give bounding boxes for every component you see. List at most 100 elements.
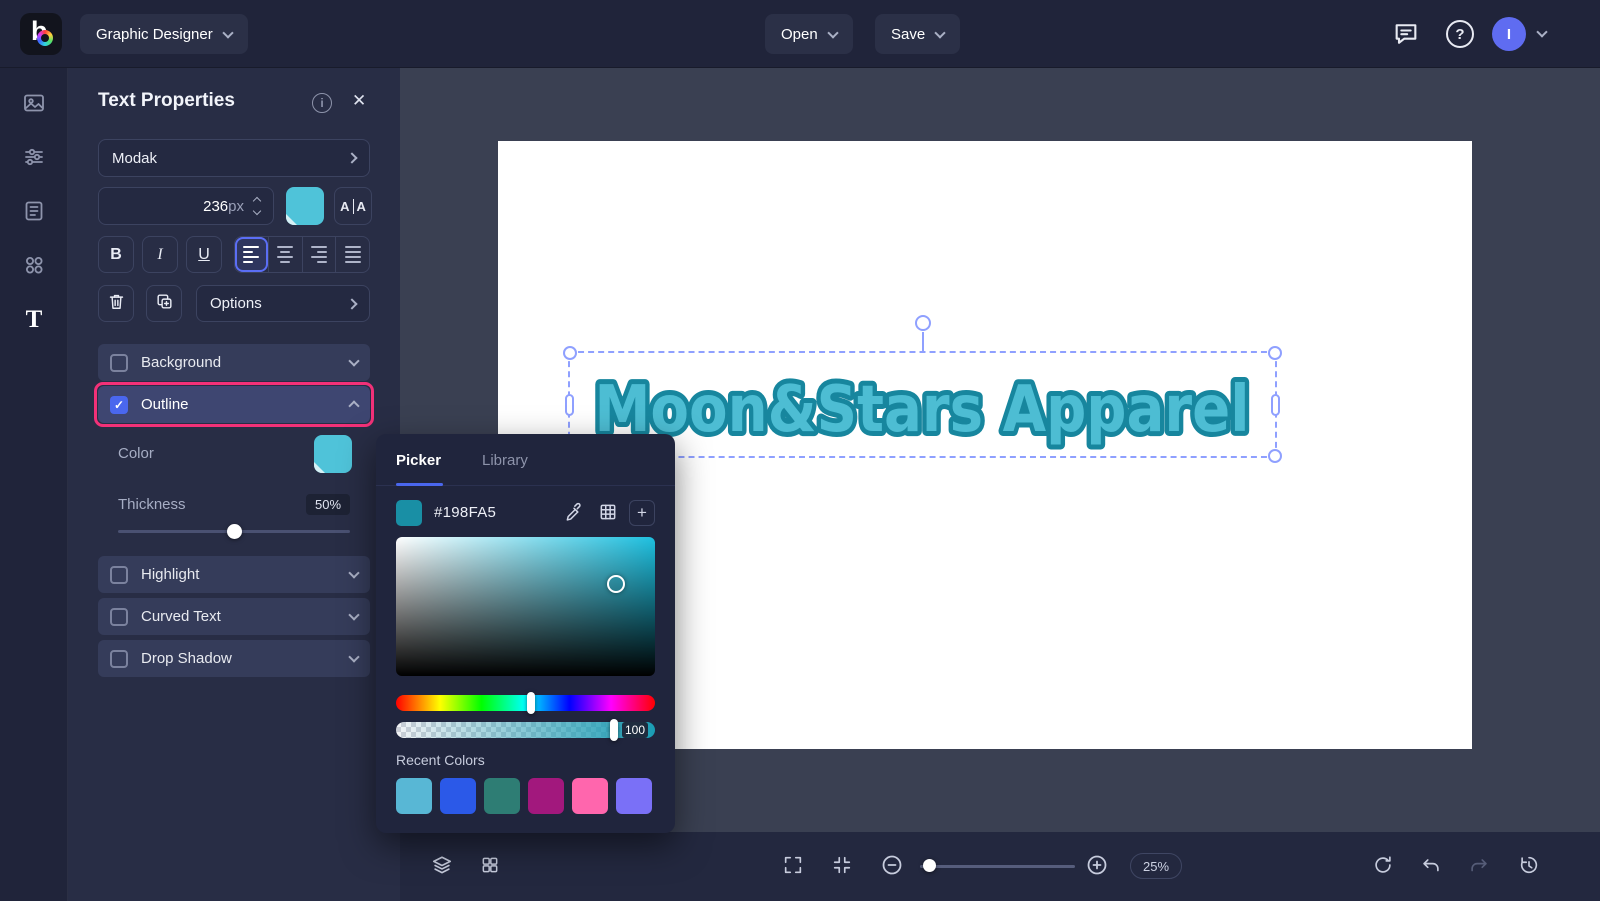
sidebar-item-text[interactable]: T: [0, 293, 68, 347]
zoom-in-button[interactable]: [1080, 849, 1114, 883]
section-background[interactable]: Background: [98, 344, 370, 381]
reset-button[interactable]: [1366, 849, 1400, 883]
chevron-down-icon: [348, 651, 360, 663]
resize-handle-top-left[interactable]: [563, 346, 577, 360]
alpha-slider-handle[interactable]: [610, 719, 618, 741]
feedback-button[interactable]: [1392, 20, 1420, 51]
resize-handle-left[interactable]: [565, 393, 574, 416]
font-size-input[interactable]: 236px: [98, 187, 274, 225]
letter-spacing-button[interactable]: AA: [334, 187, 372, 225]
app-mode-menu[interactable]: Graphic Designer: [80, 14, 248, 54]
highlight-checkbox[interactable]: [110, 565, 128, 584]
font-color-swatch[interactable]: [286, 187, 324, 225]
redo-button[interactable]: [1462, 849, 1496, 883]
zoom-level[interactable]: 25%: [1130, 853, 1182, 879]
sidebar-item-templates[interactable]: [0, 185, 68, 239]
saturation-brightness-area[interactable]: [396, 537, 655, 676]
help-button[interactable]: ?: [1446, 20, 1474, 48]
section-curved-text[interactable]: Curved Text: [98, 598, 370, 635]
grid-view-button[interactable]: [473, 849, 507, 883]
save-label: Save: [891, 25, 926, 43]
tab-library[interactable]: Library: [482, 452, 528, 469]
font-size-stepper[interactable]: [252, 196, 262, 216]
thickness-slider[interactable]: [118, 524, 350, 539]
zoom-out-button[interactable]: [875, 849, 909, 883]
tab-picker[interactable]: Picker: [396, 452, 441, 469]
rotate-handle[interactable]: [914, 315, 931, 331]
resize-handle-bottom-right[interactable]: [1268, 449, 1282, 463]
options-button[interactable]: Options: [196, 285, 370, 322]
chevron-down-icon: [348, 567, 360, 579]
bottombar: 25%: [400, 832, 1600, 901]
align-right-icon: [310, 246, 327, 263]
fit-screen-button[interactable]: [776, 849, 810, 883]
text-tool-icon: T: [25, 306, 43, 333]
outline-checkbox[interactable]: ✓: [110, 395, 128, 414]
actual-size-button[interactable]: [825, 849, 859, 883]
background-checkbox[interactable]: [110, 353, 128, 372]
stepper-down-icon[interactable]: [252, 206, 262, 216]
hue-slider[interactable]: [396, 692, 655, 714]
color-cursor[interactable]: [607, 575, 625, 593]
font-family-select[interactable]: Modak: [98, 139, 370, 177]
bold-button[interactable]: B: [98, 236, 134, 273]
delete-text-button[interactable]: [98, 285, 134, 322]
recent-color-swatch[interactable]: [484, 778, 520, 814]
align-right-button[interactable]: [301, 237, 336, 272]
sidebar-item-elements[interactable]: [0, 239, 68, 293]
align-center-icon: [277, 246, 294, 263]
align-center-button[interactable]: [267, 237, 302, 272]
drop-shadow-label: Drop Shadow: [141, 650, 232, 667]
undo-button[interactable]: [1414, 849, 1448, 883]
avatar[interactable]: I: [1492, 17, 1526, 51]
close-panel-button[interactable]: ✕: [352, 91, 366, 111]
curved-text-label: Curved Text: [141, 608, 221, 625]
resize-handle-right[interactable]: [1271, 393, 1280, 416]
app-mode-label: Graphic Designer: [96, 25, 213, 43]
collapse-icon: [831, 854, 853, 879]
zoom-slider[interactable]: [920, 859, 1075, 872]
palette-grid-button[interactable]: [595, 500, 621, 526]
info-icon[interactable]: i: [312, 93, 332, 113]
drop-shadow-checkbox[interactable]: [110, 649, 128, 668]
add-color-button[interactable]: +: [629, 500, 655, 526]
avatar-initial: I: [1506, 25, 1512, 43]
stepper-up-icon[interactable]: [252, 196, 262, 206]
alpha-slider[interactable]: [396, 719, 655, 741]
hex-input[interactable]: #198FA5: [434, 504, 496, 521]
open-button[interactable]: Open: [765, 14, 853, 54]
sidebar-item-images[interactable]: [0, 77, 68, 131]
curved-text-checkbox[interactable]: [110, 607, 128, 626]
layers-button[interactable]: [425, 849, 459, 883]
recent-colors-label: Recent Colors: [396, 752, 485, 768]
text-align-group: [234, 236, 370, 273]
comment-icon: [1392, 20, 1420, 51]
undo-icon: [1420, 854, 1442, 879]
italic-button[interactable]: I: [142, 236, 178, 273]
recent-color-swatch[interactable]: [396, 778, 432, 814]
duplicate-text-button[interactable]: [146, 285, 182, 322]
recent-color-swatch[interactable]: [616, 778, 652, 814]
section-highlight[interactable]: Highlight: [98, 556, 370, 593]
eyedropper-button[interactable]: [561, 500, 587, 526]
section-outline[interactable]: ✓ Outline: [98, 386, 370, 423]
app-logo[interactable]: b: [20, 13, 62, 55]
account-chevron-icon[interactable]: [1536, 26, 1548, 38]
recent-color-swatch[interactable]: [440, 778, 476, 814]
hue-slider-handle[interactable]: [527, 692, 535, 714]
letter-spacing-icon: AA: [340, 198, 366, 214]
background-label: Background: [141, 354, 222, 371]
zoom-slider-handle[interactable]: [923, 859, 936, 872]
outline-color-swatch[interactable]: [314, 435, 352, 473]
recent-color-swatch[interactable]: [528, 778, 564, 814]
resize-handle-top-right[interactable]: [1268, 346, 1282, 360]
thickness-slider-handle[interactable]: [227, 524, 242, 539]
sidebar-item-adjust[interactable]: [0, 131, 68, 185]
history-button[interactable]: [1512, 849, 1546, 883]
align-justify-button[interactable]: [335, 237, 369, 272]
recent-color-swatch[interactable]: [572, 778, 608, 814]
align-left-button[interactable]: [235, 237, 268, 272]
underline-button[interactable]: U: [186, 236, 222, 273]
section-drop-shadow[interactable]: Drop Shadow: [98, 640, 370, 677]
save-button[interactable]: Save: [875, 14, 961, 54]
